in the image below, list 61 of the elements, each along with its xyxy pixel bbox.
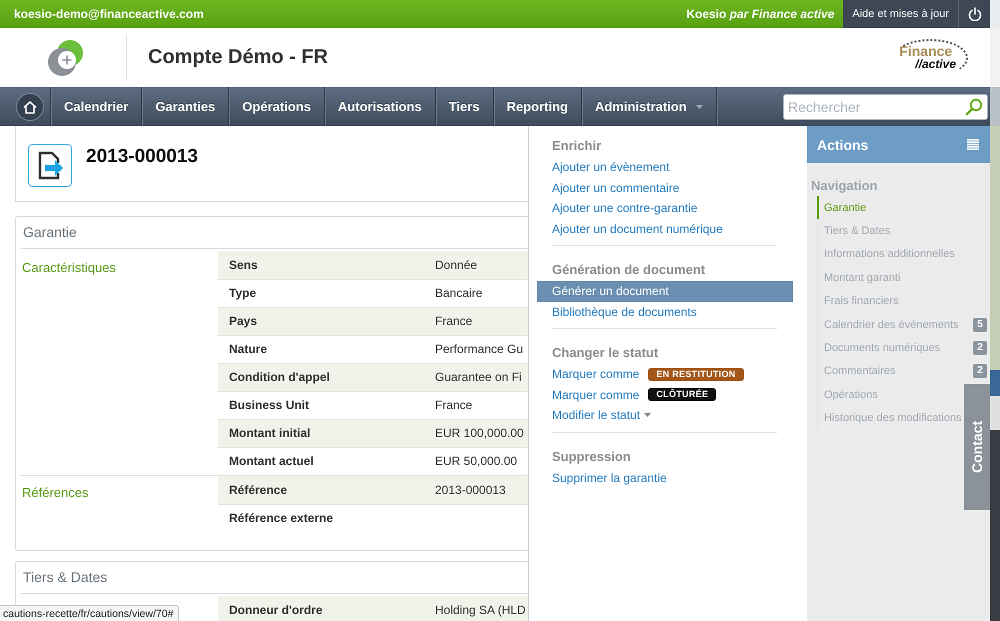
field-label: Référence externe <box>218 504 425 532</box>
house-icon <box>16 92 44 120</box>
menu-item[interactable]: Ajouter un commentaire <box>537 178 793 198</box>
group-label: Caractéristiques <box>21 259 117 275</box>
field-label: Donneur d'ordre <box>218 596 425 621</box>
menu-icon <box>967 139 979 150</box>
status-badge: CLÔTURÉE <box>648 388 716 402</box>
menu-item[interactable]: Ajouter un document numérique <box>537 218 793 239</box>
field-value: EUR 100,000.00 <box>425 419 528 447</box>
home-button[interactable] <box>16 92 44 120</box>
menu-section-title: Changer le statut <box>552 344 660 362</box>
link-url-tooltip: cautions-recette/fr/cautions/view/70# <box>0 605 180 621</box>
field-label: Référence <box>218 476 425 504</box>
section-title: Garantie <box>21 217 528 249</box>
menu-item[interactable]: Marquer comme CLÔTURÉE <box>537 384 793 405</box>
menu-section-title: Génération de document <box>552 261 706 279</box>
logo-icon <box>46 38 86 78</box>
count-badge: 5 <box>973 318 987 332</box>
sidebar-link[interactable]: Calendrier des événements 5 <box>818 312 990 336</box>
menu-item[interactable]: Modifier le statut <box>537 405 793 426</box>
power-icon <box>968 7 982 21</box>
menu-section-title: Enrichir <box>552 137 602 155</box>
count-badge: 2 <box>973 341 987 356</box>
search-field[interactable]: Rechercher <box>783 94 988 120</box>
sidebar-link[interactable]: Documents numériques 2 <box>818 336 990 360</box>
actions-button[interactable]: Actions <box>807 126 990 163</box>
sidebar-link[interactable]: Commentaires 2 <box>818 360 990 384</box>
power-button[interactable] <box>958 0 990 28</box>
menu-section-title: Suppression <box>552 448 632 466</box>
caret-icon <box>644 413 652 418</box>
sidebar-heading: Navigation <box>811 178 878 194</box>
menu-item[interactable]: Supprimer la garantie <box>537 468 793 488</box>
help-button[interactable]: Aide et mises à jour <box>843 0 958 28</box>
group-label: Références <box>21 484 90 500</box>
page-title: Compte Démo - FR <box>148 46 328 69</box>
brand-logo: Finance //active <box>893 38 968 76</box>
menu-item[interactable]: Ajouter un évènement <box>537 157 793 178</box>
brand-tagline: Koesio par Finance active <box>686 7 834 21</box>
search-icon <box>965 98 983 116</box>
contact-tab[interactable]: Contact <box>964 384 990 510</box>
field-value: 2013-000013 <box>425 476 528 504</box>
field-label: Pays <box>218 307 425 335</box>
field-value: Donnée <box>425 251 528 279</box>
field-value: France <box>425 307 528 335</box>
menu-item[interactable]: Bibliothèque de documents <box>537 302 793 322</box>
field-value: Guarantee on Fi <box>425 363 528 391</box>
account-email: koesio-demo@financeactive.com <box>13 7 205 21</box>
field-label: Condition d'appel <box>218 363 425 391</box>
menu-item[interactable]: Marquer comme EN RESTITUTION <box>537 364 793 384</box>
menu-item[interactable]: Ajouter une contre-garantie <box>537 198 793 218</box>
field-label: Montant initial <box>218 419 425 447</box>
status-badge: EN RESTITUTION <box>648 368 744 381</box>
record-title: 2013-000013 <box>86 146 198 168</box>
field-label: Sens <box>218 251 425 279</box>
section-title: Tiers & Dates <box>21 562 528 594</box>
sidebar-link[interactable]: Garantie <box>817 196 866 220</box>
field-label: Montant actuel <box>218 447 425 475</box>
count-badge: 2 <box>973 364 987 378</box>
menu-item[interactable]: Générer un document <box>537 281 793 302</box>
caret-icon <box>696 104 703 108</box>
field-value: Holding SA (HLD <box>425 596 528 621</box>
